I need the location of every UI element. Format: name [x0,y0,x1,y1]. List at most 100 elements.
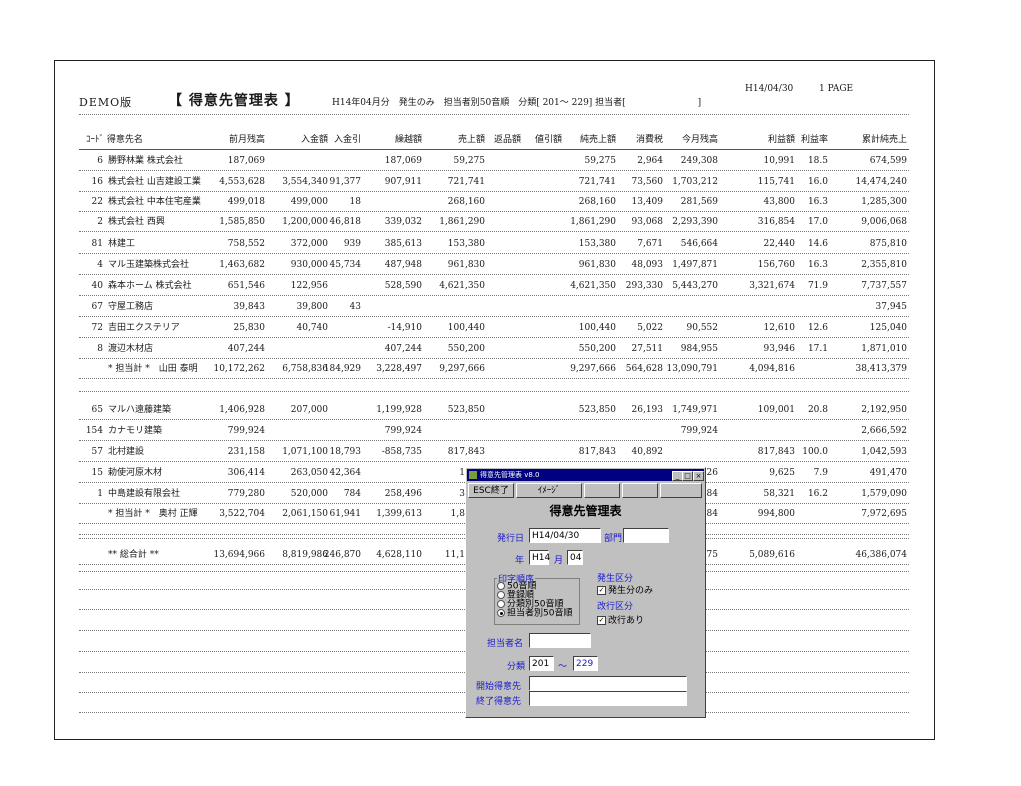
table-cell-code: 40 [91,281,103,291]
table-cell-sales: 9,297,666 [439,364,485,374]
esc-exit-button[interactable]: ESC終了 [468,483,514,498]
table-cell-paid: 930,000 [290,260,328,270]
table-cell-code: 15 [91,468,103,478]
table-cell-cum: 7,972,695 [861,509,907,519]
table-cell-rate: 16.3 [807,197,828,207]
table-cell-sales: 961,830 [447,260,485,270]
table-cell-profit: 12,610 [763,323,796,333]
page-number: 1 PAGE [819,84,854,94]
table-cell-rate: 18.5 [807,156,828,166]
row-rule [79,211,909,212]
table-cell-net: 100,440 [578,323,616,333]
toolbar-button-empty-3[interactable] [660,483,702,498]
table-cell-profit: 994,800 [757,509,795,519]
table-cell-code: 4 [97,260,103,270]
table-cell-tax: 27,511 [631,344,664,354]
start-customer-field[interactable] [529,676,687,691]
table-cell-carry: 385,613 [384,239,422,249]
column-header: 繰越額 [394,135,422,145]
table-cell-tax: 13,409 [631,197,664,207]
table-cell-rate: 71.9 [807,281,828,291]
table-cell-name: 株式会社 西興 [108,217,165,227]
table-cell-cum: 38,413,379 [855,364,907,374]
radio-staff-50on[interactable]: 担当者別50音順 [497,609,572,619]
close-icon[interactable]: × [693,471,704,481]
table-cell-paid: 3,554,340 [282,177,328,187]
category-range-separator: ～ [558,662,568,672]
table-cell-name: 中島建設有限会社 [108,489,181,499]
table-cell-tax: 564,628 [625,364,663,374]
table-cell-disc: 784 [343,489,361,499]
column-header: 値引額 [534,135,562,145]
table-cell-name: カナモリ建築 [108,426,163,436]
table-cell-bal: 84 [706,509,718,519]
category-from-field[interactable]: 201 [529,656,554,671]
toolbar-button-empty-1[interactable] [584,483,620,498]
newline-checkbox[interactable]: ✓ 改行あり [597,613,644,626]
table-cell-paid: 8,819,986 [282,550,328,560]
table-cell-profit: 3,321,674 [749,281,795,291]
table-cell-bal: 799,924 [680,426,718,436]
table-cell-rate: 17.1 [807,344,828,354]
newline-label: 改行区分 [597,602,634,612]
table-cell-profit: 93,946 [763,344,796,354]
table-cell-sales: 1,861,290 [439,217,485,227]
table-cell-cum: 9,006,068 [861,217,907,227]
radio-staff-50on-label: 担当者別50音順 [507,608,573,619]
table-cell-disc: 939 [343,239,361,249]
maximize-icon[interactable]: □ [682,471,693,481]
year-field[interactable]: H14 [529,550,550,565]
column-header: 累計純売上 [861,135,907,145]
table-cell-code: 154 [85,426,103,436]
issue-date-label: 発行日 [497,534,525,544]
blank-row-rule [79,391,909,392]
table-cell-name: 株式会社 山吉建設工業 [108,177,201,187]
table-cell-prev: 1,463,682 [219,260,265,270]
issue-date-field[interactable]: H14/04/30 [529,528,601,543]
table-cell-code: 16 [91,177,103,187]
table-cell-name: 北村建設 [108,447,145,457]
month-field[interactable]: 04 [567,550,583,565]
table-cell-code: 8 [97,344,103,354]
row-rule [79,170,909,171]
column-header: 入金引 [333,135,361,145]
year-label: 年 [515,556,525,566]
image-preview-button[interactable]: ｲﾒｰｼﾞ [516,483,582,498]
occurrence-checkbox[interactable]: ✓ 発生分のみ [597,583,653,596]
table-cell-code: 6 [97,156,103,166]
table-cell-prev: 1,585,850 [219,217,265,227]
table-cell-bal: 90,552 [686,323,719,333]
row-rule [79,274,909,275]
table-cell-sales: 523,850 [447,405,485,415]
table-cell-sales: 550,200 [447,344,485,354]
table-cell-carry: -14,910 [387,323,422,333]
header-rule [79,114,909,115]
table-cell-tax: 26,193 [631,405,664,415]
dept-field[interactable] [623,528,669,543]
table-cell-bal: 1,749,971 [672,405,718,415]
table-cell-profit: 9,625 [769,468,795,478]
table-cell-net: 523,850 [578,405,616,415]
category-to-field[interactable]: 229 [573,656,598,671]
end-customer-field[interactable] [529,691,687,706]
check-icon: ✓ [597,586,606,595]
table-cell-prev: 799,924 [227,426,265,436]
table-cell-carry: 1,199,928 [376,405,422,415]
newline-option-label: 改行あり [608,616,645,626]
toolbar-button-empty-2[interactable] [622,483,658,498]
table-cell-rate: 17.0 [807,217,828,227]
row-rule [79,253,909,254]
dialog-titlebar[interactable]: 得意先管理表 v8.0 _ □ × [467,469,704,481]
table-cell-tax: 40,892 [631,447,664,457]
table-cell-paid: 1,071,100 [282,447,328,457]
table-cell-sales: 100,440 [447,323,485,333]
table-cell-carry: 1,399,613 [376,509,422,519]
table-cell-name: * 担当計 * 奥村 正輝 [108,509,198,519]
table-cell-net: 550,200 [578,344,616,354]
table-cell-tax: 5,022 [637,323,663,333]
table-cell-net: 817,843 [578,447,616,457]
table-cell-prev: 407,244 [227,344,265,354]
table-cell-tax: 73,560 [631,177,664,187]
table-cell-name: ** 総合計 ** [108,550,159,560]
staff-name-field[interactable] [529,633,591,648]
